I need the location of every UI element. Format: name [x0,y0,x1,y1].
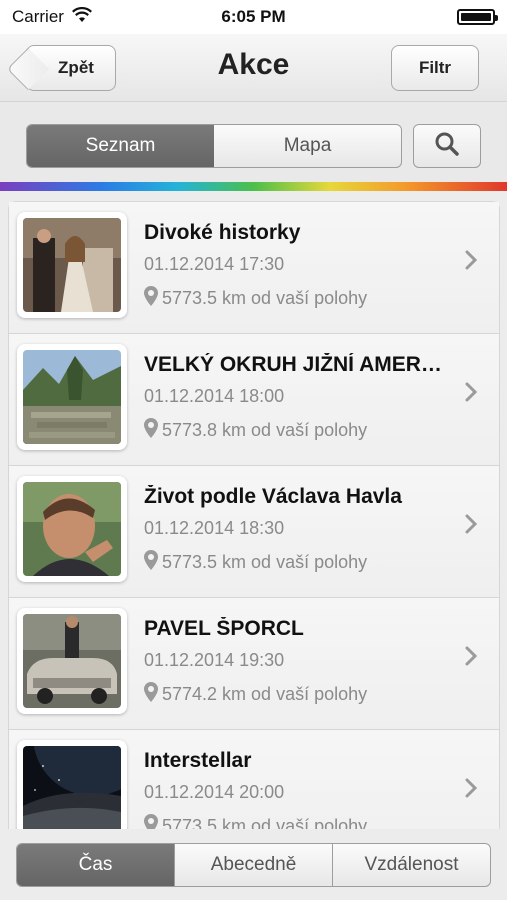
event-thumbnail [17,740,127,829]
status-bar: Carrier 6:05 PM [0,0,507,34]
event-distance: 5774.2 km od vaší polohy [144,682,367,707]
sort-by-time[interactable]: Čas [17,844,175,886]
event-list-item[interactable]: Život podle Václava Havla 01.12.2014 18:… [9,466,499,598]
event-distance: 5773.5 km od vaší polohy [144,550,367,575]
event-distance-text: 5773.5 km od vaší polohy [162,552,368,572]
search-button[interactable] [413,124,481,168]
event-thumbnail [17,344,127,450]
sort-segment-control: Čas Abecedně Vzdálenost [16,843,491,887]
event-distance-text: 5773.5 km od vaší polohy [162,288,368,308]
battery-icon [457,9,498,25]
event-date: 01.12.2014 18:00 [144,386,285,406]
status-left: Carrier [12,6,92,28]
chevron-right-icon [465,382,478,407]
event-title: Interstellar [144,749,252,772]
location-pin-icon [144,286,158,311]
carrier-label: Carrier [12,7,64,26]
search-icon [434,131,460,162]
event-distance-text: 5773.8 km od vaší polohy [162,420,368,440]
chevron-right-icon [465,778,478,803]
portrait-image [23,482,121,576]
event-distance: 5773.5 km od vaší polohy [144,286,367,311]
chevron-right-icon [465,250,478,275]
view-toolbar: Seznam Mapa [0,102,507,182]
view-segment-control: Seznam Mapa [26,124,402,168]
rainbow-divider [0,182,507,191]
event-list-item[interactable]: Interstellar 01.12.2014 20:00 5773.5 km … [9,730,499,829]
event-title: PAVEL ŠPORCL [144,617,304,640]
event-list-item[interactable]: Divoké historky 01.12.2014 17:30 5773.5 … [9,202,499,334]
event-title: Život podle Václava Havla [144,485,402,508]
event-title: VELKÝ OKRUH JIŽNÍ AMER… [144,353,442,376]
location-pin-icon [144,814,158,829]
chevron-right-icon [465,646,478,671]
event-thumbnail [17,608,127,714]
event-title: Divoké historky [144,221,301,244]
event-distance-text: 5773.5 km od vaší polohy [162,816,368,829]
event-list-card: Divoké historky 01.12.2014 17:30 5773.5 … [8,201,500,829]
event-date: 01.12.2014 19:30 [144,650,285,670]
segment-list[interactable]: Seznam [27,125,214,167]
sort-alphabetical[interactable]: Abecedně [175,844,333,886]
space-planet-image [23,746,121,829]
location-pin-icon [144,418,158,443]
event-list[interactable]: Divoké historky 01.12.2014 17:30 5773.5 … [8,201,500,829]
app-screen: Carrier 6:05 PM Zpět Akce Filtr Seznam M… [0,0,507,900]
sort-by-distance[interactable]: Vzdálenost [333,844,490,886]
event-distance-text: 5774.2 km od vaší polohy [162,684,368,704]
machu-picchu-image [23,350,121,444]
event-thumbnail [17,212,127,318]
sort-toolbar: Čas Abecedně Vzdálenost [0,829,507,900]
wedding-scene-image [23,218,121,312]
event-distance: 5773.8 km od vaší polohy [144,418,367,443]
event-date: 01.12.2014 20:00 [144,782,285,802]
man-with-car-image [23,614,121,708]
event-date: 01.12.2014 18:30 [144,518,285,538]
navigation-bar: Zpět Akce Filtr [0,34,507,102]
event-date: 01.12.2014 17:30 [144,254,285,274]
wifi-icon [71,6,92,28]
event-list-item[interactable]: VELKÝ OKRUH JIŽNÍ AMER… 01.12.2014 18:00… [9,334,499,466]
event-distance: 5773.5 km od vaší polohy [144,814,367,829]
location-pin-icon [144,550,158,575]
segment-map[interactable]: Mapa [214,125,401,167]
filter-button[interactable]: Filtr [391,45,479,91]
location-pin-icon [144,682,158,707]
event-list-item[interactable]: PAVEL ŠPORCL 01.12.2014 19:30 5774.2 km … [9,598,499,730]
chevron-right-icon [465,514,478,539]
event-thumbnail [17,476,127,582]
back-button-label: Zpět [58,58,94,77]
